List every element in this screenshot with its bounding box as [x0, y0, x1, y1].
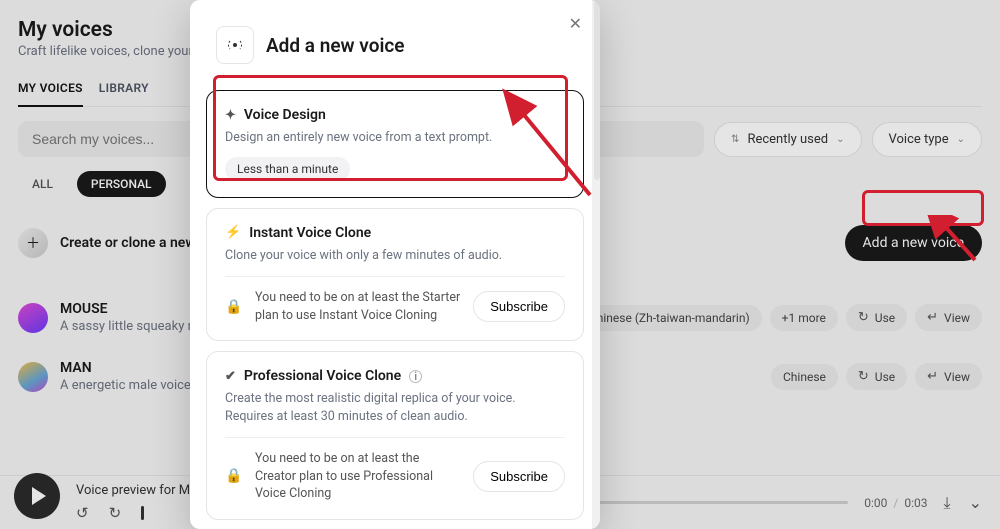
modal-title: Add a new voice: [266, 34, 405, 57]
card-desc: Clone your voice with only a few minutes…: [225, 247, 565, 265]
card-title: Voice Design: [244, 107, 326, 123]
lock-text: You need to be on at least the Starter p…: [255, 289, 461, 324]
lock-text: You need to be on at least the Creator p…: [255, 450, 461, 503]
subscribe-button[interactable]: Subscribe: [473, 461, 565, 492]
modal-header-icon: [216, 26, 254, 64]
info-icon[interactable]: i: [409, 370, 422, 383]
lock-icon: 🔒: [225, 468, 243, 484]
close-icon[interactable]: ✕: [565, 10, 586, 37]
card-instant-clone[interactable]: ⚡ Instant Voice Clone Clone your voice w…: [206, 208, 584, 342]
scrollbar-track[interactable]: [592, 0, 600, 529]
lock-icon: 🔒: [225, 299, 243, 315]
card-voice-design[interactable]: ✦ Voice Design Design an entirely new vo…: [206, 90, 584, 198]
add-voice-modal: ✕ Add a new voice ✦ Voice Design Design …: [190, 0, 600, 529]
bolt-icon: ⚡: [225, 225, 241, 240]
check-seal-icon: ✔︎: [225, 369, 236, 384]
card-title: Professional Voice Clone: [244, 368, 401, 384]
card-title: Instant Voice Clone: [249, 225, 371, 241]
sound-icon: [225, 35, 245, 55]
card-desc: Create the most realistic digital replic…: [225, 390, 565, 425]
duration-badge: Less than a minute: [225, 157, 350, 181]
card-desc: Design an entirely new voice from a text…: [225, 129, 565, 147]
scrollbar-thumb[interactable]: [594, 0, 600, 180]
card-professional-clone[interactable]: ✔︎ Professional Voice Clone i Create the…: [206, 351, 584, 520]
sparkle-icon: ✦: [225, 108, 236, 123]
subscribe-button[interactable]: Subscribe: [473, 291, 565, 322]
